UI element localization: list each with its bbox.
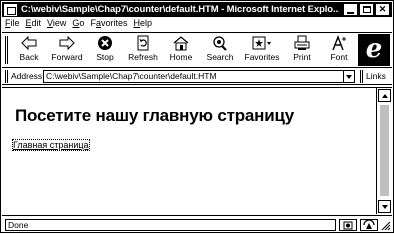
font-button[interactable]: Font (320, 35, 358, 67)
links-grip[interactable] (360, 70, 363, 83)
favorites-label: Favorites (244, 52, 280, 62)
printer-icon (294, 35, 310, 50)
font-icon (332, 35, 346, 51)
menu-view[interactable]: View (47, 18, 66, 31)
status-security-pane (360, 219, 378, 231)
maximize-icon (362, 6, 371, 13)
menu-edit[interactable]: Edit (26, 18, 42, 31)
window-title: C:\webiv\Sample\Chap7\counter\default.HT… (21, 4, 339, 15)
standard-toolbar: Back Forward Stop Refresh Home Search Fa… (2, 32, 392, 68)
menu-go[interactable]: Go (72, 18, 84, 31)
menu-help[interactable]: Help (133, 18, 152, 31)
back-label: Back (19, 52, 39, 62)
forward-label: Forward (51, 52, 83, 62)
address-bar: Address C:\webiv\Sample\Chap7\counter\de… (2, 69, 392, 85)
forward-button[interactable]: Forward (48, 35, 86, 67)
vertical-scrollbar[interactable] (376, 87, 392, 214)
links-button[interactable]: Links (366, 71, 386, 81)
favorites-folder-icon (252, 36, 271, 50)
ie-page-icon[interactable] (4, 3, 17, 16)
forward-arrow-icon (59, 35, 75, 51)
favorites-button[interactable]: Favorites (241, 35, 283, 67)
search-button[interactable]: Search (201, 35, 239, 67)
menu-bar: File Edit View Go Favorites Help (5, 18, 158, 31)
status-zone-pane (339, 219, 357, 231)
resize-grip-icon[interactable] (380, 219, 391, 231)
scroll-up-icon (381, 93, 388, 98)
print-button[interactable]: Print (283, 35, 321, 67)
font-label: Font (330, 52, 348, 62)
stop-icon (98, 36, 112, 50)
browser-window: C:\webiv\Sample\Chap7\counter\default.HT… (0, 0, 394, 233)
scroll-down-button[interactable] (378, 200, 391, 213)
refresh-icon (137, 35, 149, 51)
search-label: Search (206, 52, 234, 62)
search-icon (213, 36, 227, 51)
chevron-down-icon (346, 74, 352, 79)
home-page-link[interactable]: Главная страница (12, 139, 90, 151)
page-heading: Посетите нашу главную страницу (15, 106, 294, 125)
page-content: Посетите нашу главную страницу Главная с… (2, 87, 376, 214)
close-icon: ✕ (378, 4, 387, 14)
refresh-label: Refresh (128, 52, 158, 62)
minimize-button[interactable] (343, 3, 358, 16)
menu-favorites[interactable]: Favorites (90, 18, 127, 31)
refresh-button[interactable]: Refresh (124, 35, 162, 67)
page-zone-icon (343, 221, 353, 229)
address-label: Address (11, 71, 43, 81)
print-label: Print (293, 52, 311, 62)
back-button[interactable]: Back (10, 35, 48, 67)
menu-file[interactable]: File (5, 18, 20, 31)
maximize-button[interactable] (359, 3, 374, 16)
home-icon (173, 36, 189, 51)
close-button[interactable]: ✕ (375, 3, 390, 16)
scroll-up-button[interactable] (378, 89, 391, 102)
address-input[interactable]: C:\webiv\Sample\Chap7\counter\default.HT… (43, 70, 355, 83)
scroll-track[interactable] (380, 105, 389, 196)
home-button[interactable]: Home (162, 35, 200, 67)
address-grip[interactable] (5, 70, 8, 83)
status-bar: Done (2, 215, 392, 232)
home-label: Home (169, 52, 193, 62)
stop-button[interactable]: Stop (86, 35, 124, 67)
back-arrow-icon (21, 35, 37, 51)
address-value: C:\webiv\Sample\Chap7\counter\default.HT… (46, 71, 217, 81)
status-text: Done (5, 219, 336, 231)
stop-label: Stop (96, 52, 114, 62)
title-bar[interactable]: C:\webiv\Sample\Chap7\counter\default.HT… (2, 2, 392, 17)
address-dropdown-button[interactable] (343, 71, 354, 82)
scroll-down-icon (381, 204, 388, 209)
network-zone-icon (363, 220, 375, 229)
toolbar-grip[interactable] (5, 36, 8, 64)
minimize-icon (347, 11, 354, 14)
ie-logo-icon[interactable]: e (358, 34, 390, 66)
